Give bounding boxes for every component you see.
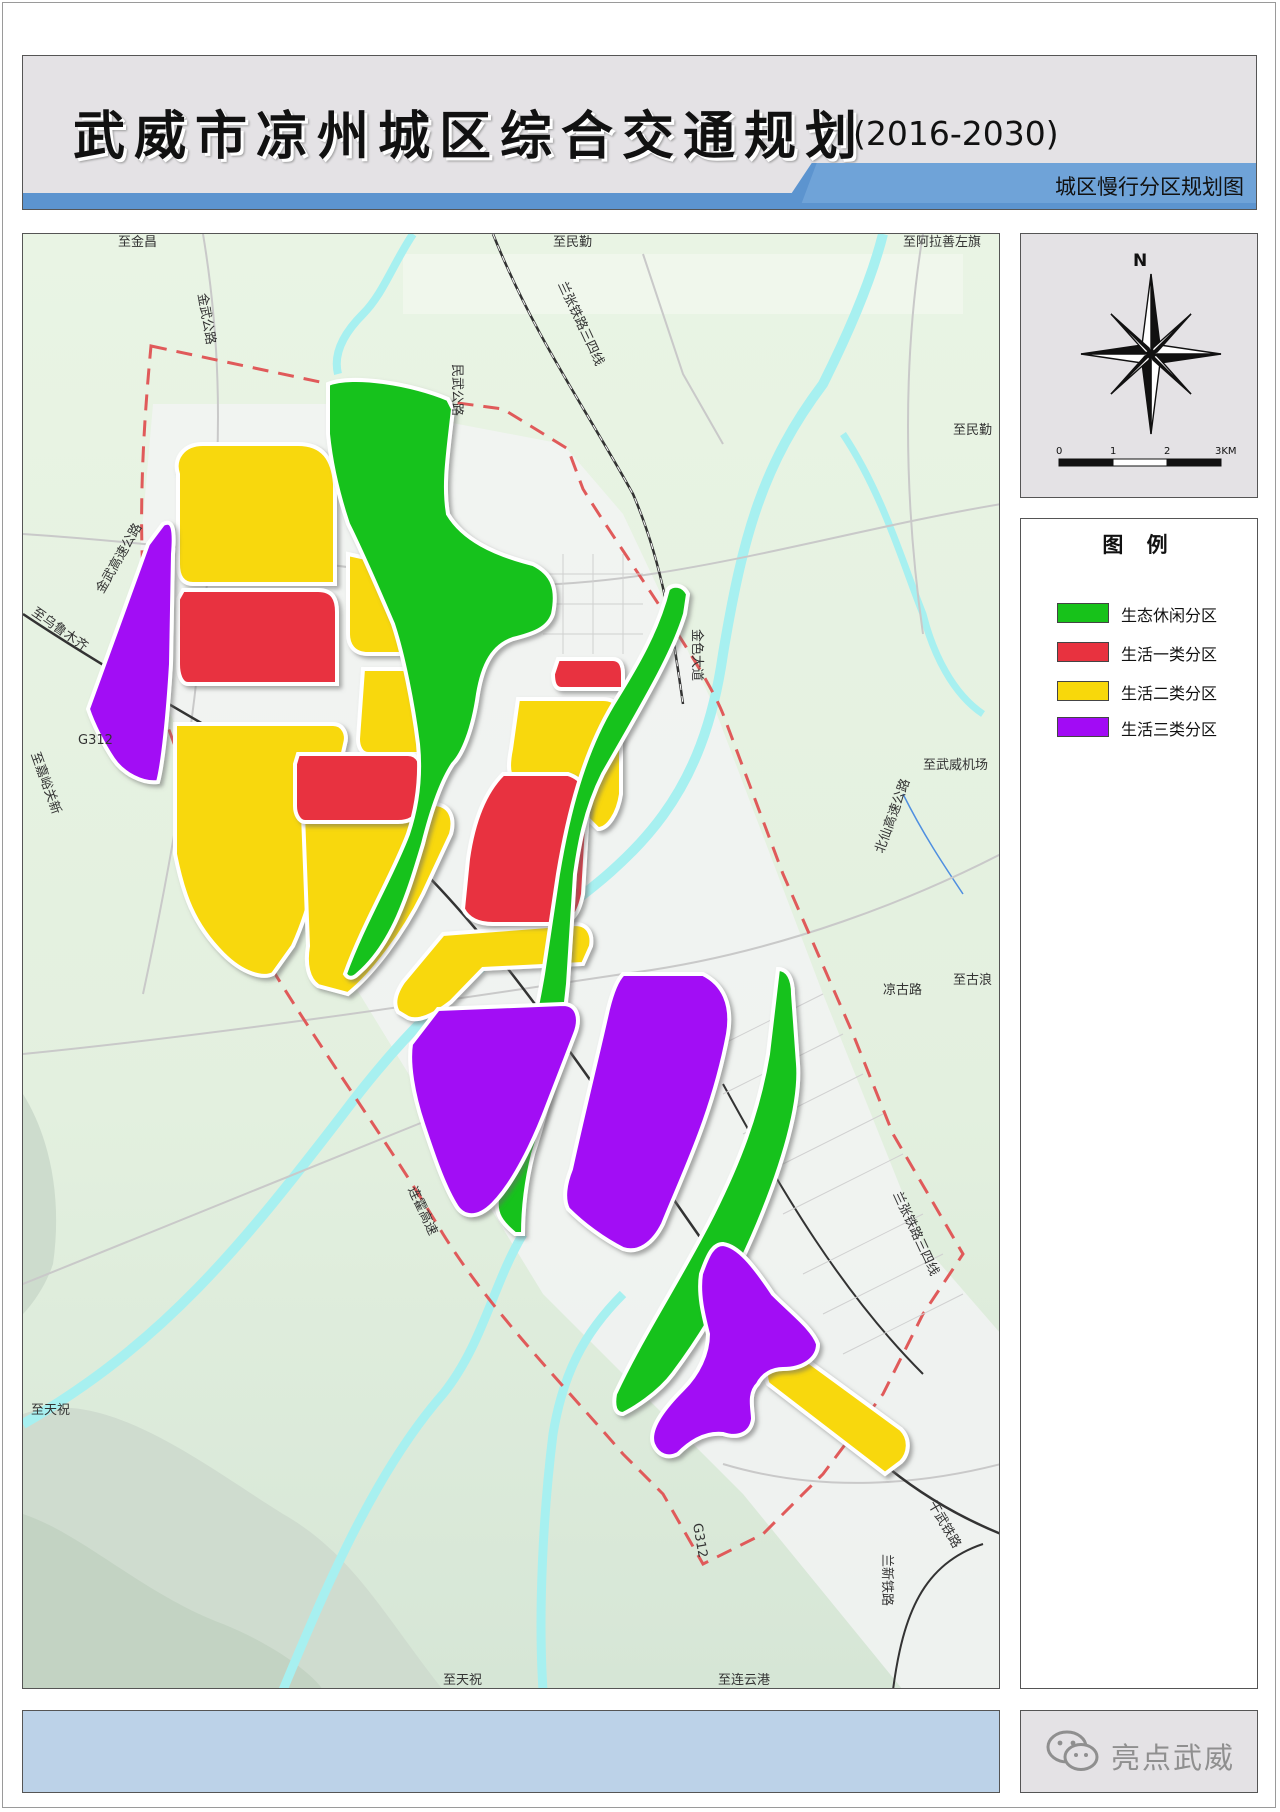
legend-item-life1: 生活一类分区 [1057,640,1247,664]
legend-swatch-life2 [1057,681,1109,701]
label-jinse-avenue: 金色大道 [689,629,705,681]
label-to-minqin-top: 至民勤 [553,235,592,250]
svg-text:2: 2 [1164,446,1170,457]
legend-label-life1: 生活一类分区 [1121,645,1218,664]
wechat-icon [1046,1730,1099,1771]
legend-label-life2: 生活二类分区 [1121,684,1218,703]
zone-life2-1 [174,442,337,586]
label-to-jinchang: 至金昌 [118,234,157,250]
legend-label-eco: 生态休闲分区 [1121,606,1218,625]
svg-text:1: 1 [1110,446,1116,457]
compass-panel: N 0 1 2 3KM [1020,233,1258,498]
label-to-gulang: 至古浪 [953,973,992,988]
zone-life1-3 [550,657,625,691]
legend-panel: 图 例 生态休闲分区 生活一类分区 生活二类分区 生活三类分区 [1020,518,1258,1689]
label-to-alxa: 至阿拉善左旗 [903,234,981,250]
map-canvas[interactable]: 至金昌 至民勤 至阿拉善左旗 至民勤 金武公路 民武公路 兰张铁路三四线 金武高… [23,234,1000,1689]
label-to-lianyungang: 至连云港 [718,1672,770,1688]
label-to-airport: 至武威机场 [923,758,988,773]
compass-rose: N 0 1 2 3KM [1056,251,1237,467]
zone-life1-2 [293,752,424,824]
watermark-panel: 亮点武威 [1020,1710,1258,1793]
map-title: 武威市凉州城区综合交通规划 [73,107,867,167]
scale-bar [1058,458,1222,467]
label-to-tianzhu-west: 至天祝 [31,1403,70,1418]
watermark-text: 亮点武威 [1111,1741,1236,1775]
legend-swatch-life3 [1057,717,1109,737]
map-subtitle: 城区慢行分区规划图 [1055,175,1244,199]
north-label: N [1133,251,1147,271]
legend-item-life2: 生活二类分区 [1057,679,1247,703]
north-arrow-icon [1080,273,1222,435]
label-lanxin-railway: 兰新铁路 [879,1554,895,1606]
map-years: (2016-2030) [853,114,1059,153]
legend-item-eco: 生态休闲分区 [1057,601,1247,625]
label-to-tianzhu-south: 至天祝 [443,1673,482,1688]
label-lianggu-road: 凉古路 [883,982,922,998]
legend-label-life3: 生活三类分区 [1121,720,1218,739]
legend-swatch-life1 [1057,642,1109,662]
footer-info-bar [22,1710,1000,1793]
legend-swatch-eco [1057,603,1109,623]
label-g312-west: G312 [78,733,113,748]
map-panel[interactable]: 至金昌 至民勤 至阿拉善左旗 至民勤 金武公路 民武公路 兰张铁路三四线 金武高… [22,233,1000,1689]
zone-life1-1 [176,588,339,686]
svg-text:0: 0 [1056,446,1062,457]
legend-title: 图 例 [1102,533,1176,557]
header: 武威市凉州城区综合交通规划 (2016-2030) 城区慢行分区规划图 [22,55,1257,210]
label-minwu-road: 民武公路 [449,364,465,416]
scale-labels: 0 1 2 3KM [1056,446,1237,457]
legend-item-life3: 生活三类分区 [1057,715,1247,739]
svg-text:3KM: 3KM [1215,446,1237,457]
label-to-minqin-right: 至民勤 [953,423,992,438]
